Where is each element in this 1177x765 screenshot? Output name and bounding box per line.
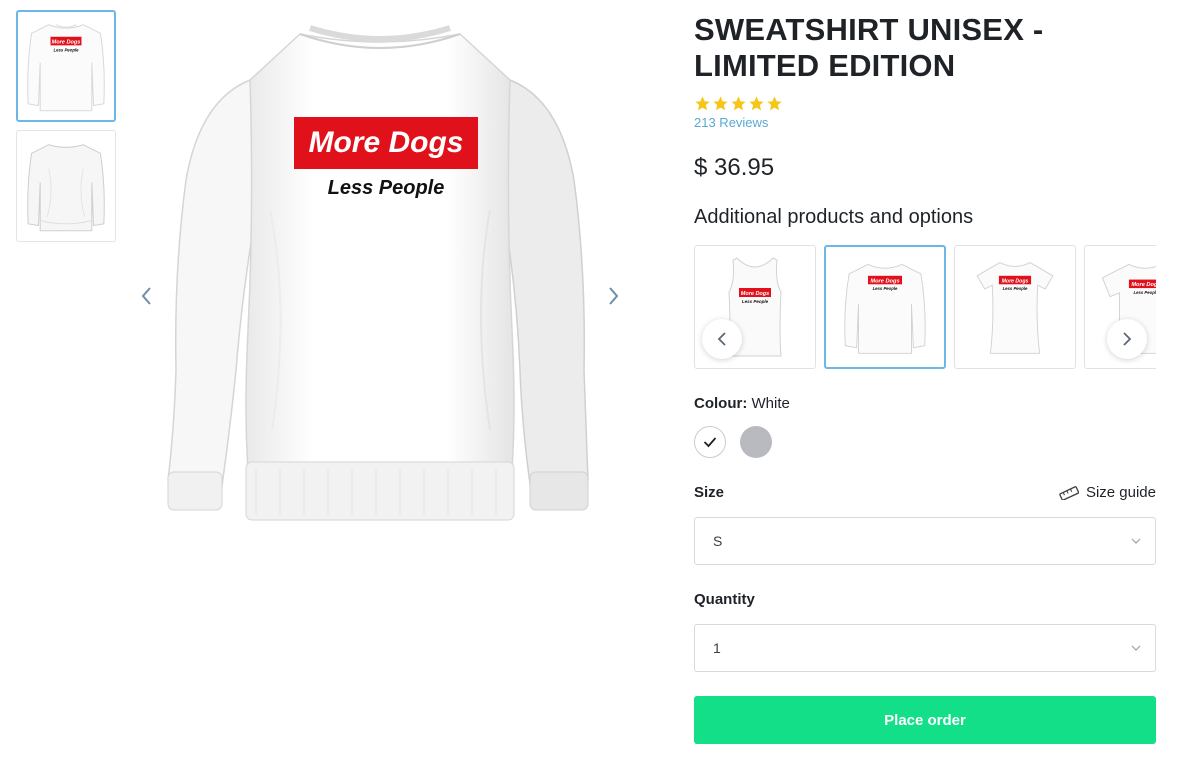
womens-design-line2: Less People	[1003, 286, 1028, 291]
star-icon	[731, 95, 746, 110]
size-label: Size	[694, 484, 725, 501]
quantity-label: Quantity	[694, 591, 755, 608]
ruler-icon	[1059, 485, 1079, 500]
reviews-link[interactable]: 213 Reviews	[694, 115, 768, 130]
thumbnail-front[interactable]: More Dogs Less People	[16, 10, 116, 122]
colour-swatches	[694, 426, 1156, 458]
colour-swatch-grey[interactable]	[740, 426, 772, 458]
image-next-arrow[interactable]	[602, 282, 626, 310]
tank-design-line2: Less People	[742, 299, 769, 304]
star-icon	[695, 95, 710, 110]
tank-design-line1: More Dogs	[741, 291, 769, 297]
product-option-sweatshirt[interactable]: More Dogs Less People	[824, 245, 946, 369]
chevron-down-icon	[1131, 538, 1141, 544]
size-select-value: S	[713, 533, 723, 549]
size-guide-link[interactable]: Size guide	[1059, 484, 1156, 501]
sweatshirt-image: More Dogs Less People	[167, 25, 589, 521]
chevron-left-icon	[141, 287, 151, 305]
colour-label: Colour:	[694, 395, 748, 412]
womens-design-line1: More Dogs	[1002, 278, 1029, 284]
sweatshirt-option-image: More Dogs Less People	[844, 263, 926, 354]
sweat-design-line2: Less People	[873, 286, 898, 291]
thumb-design-line2: Less People	[53, 47, 79, 52]
star-icon	[749, 95, 764, 110]
design-line2: Less People	[328, 177, 445, 199]
carousel-prev-button[interactable]	[702, 319, 742, 359]
colour-label-row: Colour: White	[694, 395, 1156, 412]
main-product-image: More Dogs Less People	[160, 10, 600, 550]
rating-stars	[694, 94, 1156, 112]
carousel-next-button[interactable]	[1107, 319, 1147, 359]
thumbnail-list: More Dogs Less People	[16, 10, 116, 250]
tshirt-design-line2: Less People	[1134, 290, 1156, 295]
product-title: SWEATSHIRT UNISEX - LIMITED EDITION	[694, 12, 1044, 83]
additional-products-carousel: More Dogs Less People More Dogs Less Peo…	[694, 245, 1156, 369]
thumb-design-line1: More Dogs	[52, 40, 81, 46]
chevron-down-icon	[1131, 645, 1141, 651]
product-option-womens-tshirt[interactable]: More Dogs Less People	[954, 245, 1076, 369]
product-info: SWEATSHIRT UNISEX - LIMITED EDITION 213 …	[694, 12, 1156, 744]
tshirt-design-line1: More Dogs	[1131, 282, 1156, 288]
design-line1: More Dogs	[308, 126, 463, 159]
quantity-select-value: 1	[713, 640, 721, 656]
chevron-right-icon	[609, 287, 619, 305]
place-order-button[interactable]: Place order	[694, 696, 1156, 744]
image-prev-arrow[interactable]	[134, 282, 158, 310]
additional-products-title: Additional products and options	[694, 206, 974, 228]
product-price: $ 36.95	[694, 154, 775, 181]
colour-value: White	[751, 395, 790, 412]
colour-swatch-white[interactable]	[694, 426, 726, 458]
chevron-right-icon	[1123, 332, 1132, 346]
size-label-row: Size Size guide	[694, 484, 1156, 501]
star-icon	[713, 95, 728, 110]
womens-tshirt-image: More Dogs Less People	[976, 262, 1054, 354]
size-select[interactable]: S	[694, 517, 1156, 565]
sweatshirt-front-image: More Dogs Less People	[27, 24, 105, 112]
star-icon	[767, 95, 782, 110]
size-guide-label: Size guide	[1085, 484, 1156, 501]
check-icon	[703, 437, 717, 448]
thumbnail-back[interactable]	[16, 130, 116, 242]
chevron-left-icon	[717, 332, 726, 346]
sweatshirt-back-image	[27, 144, 105, 232]
quantity-select[interactable]: 1	[694, 624, 1156, 672]
sweat-design-line1: More Dogs	[870, 278, 899, 284]
